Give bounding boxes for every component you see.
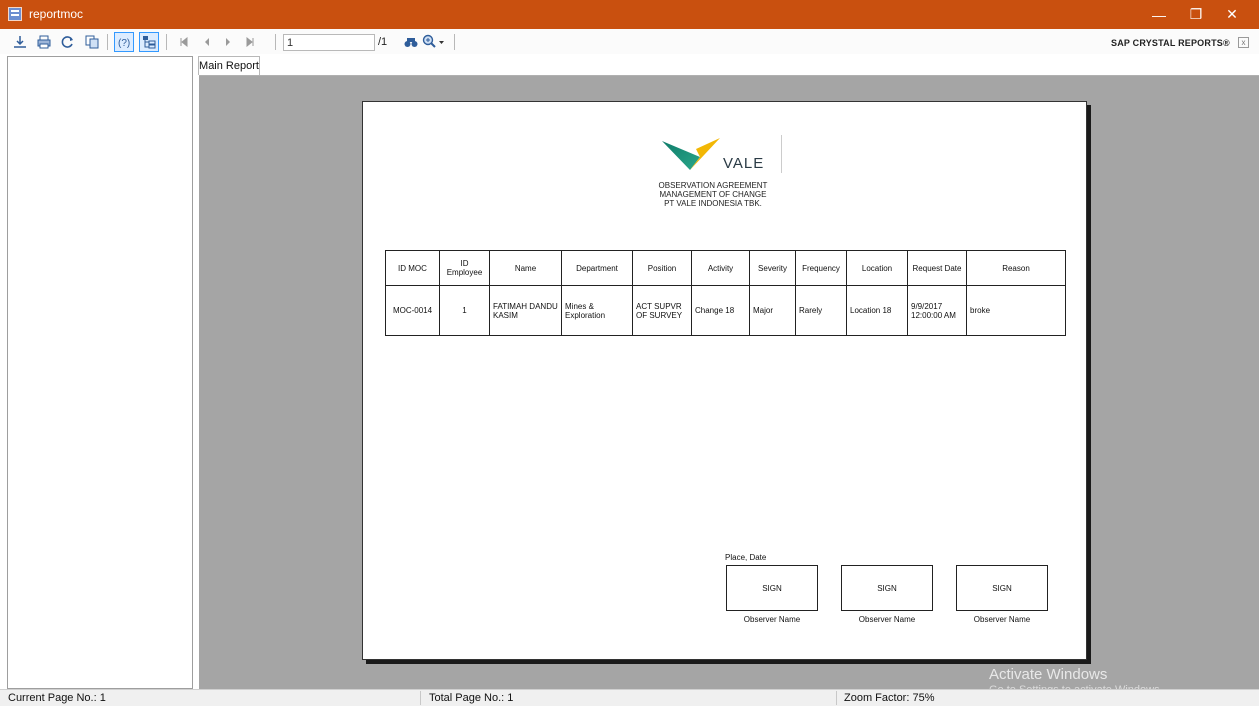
svg-text:(?): (?) xyxy=(118,38,130,49)
header-id-moc: ID MOC xyxy=(385,250,440,286)
place-date-label: Place, Date xyxy=(725,553,767,562)
heading-line: OBSERVATION AGREEMENT xyxy=(658,181,768,190)
help-icon[interactable]: (?) xyxy=(114,32,134,52)
zoom-factor-status: Zoom Factor: 75% xyxy=(844,692,935,704)
report-heading: OBSERVATION AGREEMENT MANAGEMENT OF CHAN… xyxy=(633,181,793,208)
prev-page-icon[interactable] xyxy=(199,33,215,51)
group-tree-icon[interactable] xyxy=(139,32,159,52)
cell-reason: broke xyxy=(966,285,1066,336)
window-title: reportmoc xyxy=(29,7,84,21)
title-bar: reportmoc — ❐ ✕ xyxy=(0,0,1259,29)
heading-line: MANAGEMENT OF CHANGE xyxy=(659,190,767,199)
last-page-icon[interactable] xyxy=(242,33,258,51)
toolbar: (?) /1 SAP CRYSTAL REPORTS® x xyxy=(0,29,1259,54)
status-bar: Current Page No.: 1 Total Page No.: 1 Zo… xyxy=(0,689,1259,706)
refresh-icon[interactable] xyxy=(58,32,78,52)
header-activity: Activity xyxy=(691,250,750,286)
header-position: Position xyxy=(632,250,692,286)
find-icon[interactable] xyxy=(401,32,421,52)
current-page-status: Current Page No.: 1 xyxy=(8,692,106,704)
sign-box: SIGN xyxy=(841,565,933,611)
cell-id-moc: MOC-0014 xyxy=(385,285,440,336)
cell-severity: Major xyxy=(749,285,796,336)
group-tree-panel[interactable] xyxy=(7,56,193,689)
crystal-report-viewer-window: reportmoc — ❐ ✕ (?) 1 /1 SAP CRYSTAL REP… xyxy=(0,0,1259,706)
cell-frequency: Rarely xyxy=(795,285,847,336)
cell-activity: Change 18 xyxy=(691,285,750,336)
cell-department: Mines & Exploration xyxy=(561,285,633,336)
header-frequency: Frequency xyxy=(795,250,847,286)
heading-line: PT VALE INDONESIA TBK. xyxy=(664,199,762,208)
cell-position: ACT SUPVR OF SURVEY xyxy=(632,285,692,336)
page-number-input[interactable] xyxy=(283,34,375,51)
close-button[interactable]: ✕ xyxy=(1214,0,1250,29)
sign-box: SIGN xyxy=(956,565,1048,611)
tab-main-report[interactable]: Main Report xyxy=(198,56,260,75)
cell-name: FATIMAH DANDU KASIM xyxy=(489,285,562,336)
observer-name: Observer Name xyxy=(743,615,801,624)
vale-logo: VALE xyxy=(660,135,785,175)
logo-word: VALE xyxy=(723,155,765,172)
header-request-date: Request Date xyxy=(907,250,967,286)
header-name: Name xyxy=(489,250,562,286)
zoom-icon[interactable] xyxy=(420,32,446,52)
header-location: Location xyxy=(846,250,908,286)
next-page-icon[interactable] xyxy=(220,33,236,51)
report-page: VALE OBSERVATION AGREEMENT MANAGEMENT OF… xyxy=(362,101,1087,660)
total-page-status: Total Page No.: 1 xyxy=(429,692,514,704)
export-icon[interactable] xyxy=(10,32,30,52)
cell-location: Location 18 xyxy=(846,285,908,336)
app-icon xyxy=(8,7,22,21)
sign-box: SIGN xyxy=(726,565,818,611)
minimize-button[interactable]: — xyxy=(1141,0,1177,29)
brand-close-icon[interactable]: x xyxy=(1238,37,1249,48)
cell-request-date: 9/9/2017 12:00:00 AM xyxy=(907,285,967,336)
moc-table: ID MOC ID Employee Name Department Posit… xyxy=(385,250,1066,336)
header-id-employee: ID Employee xyxy=(439,250,490,286)
observer-name: Observer Name xyxy=(858,615,916,624)
header-reason: Reason xyxy=(966,250,1066,286)
restore-button[interactable]: ❐ xyxy=(1178,0,1214,29)
page-total: /1 xyxy=(378,36,388,48)
cell-id-employee: 1 xyxy=(439,285,490,336)
table-header-row: ID MOC ID Employee Name Department Posit… xyxy=(385,250,1066,286)
activation-watermark: Activate Windows xyxy=(989,666,1108,683)
header-department: Department xyxy=(561,250,633,286)
observer-name: Observer Name xyxy=(973,615,1031,624)
table-row: MOC-0014 1 FATIMAH DANDU KASIM Mines & E… xyxy=(385,285,1066,336)
first-page-icon[interactable] xyxy=(176,33,192,51)
header-severity: Severity xyxy=(749,250,796,286)
print-icon[interactable] xyxy=(34,32,54,52)
brand-label: SAP CRYSTAL REPORTS® xyxy=(1111,38,1230,48)
copy-icon[interactable] xyxy=(82,32,102,52)
